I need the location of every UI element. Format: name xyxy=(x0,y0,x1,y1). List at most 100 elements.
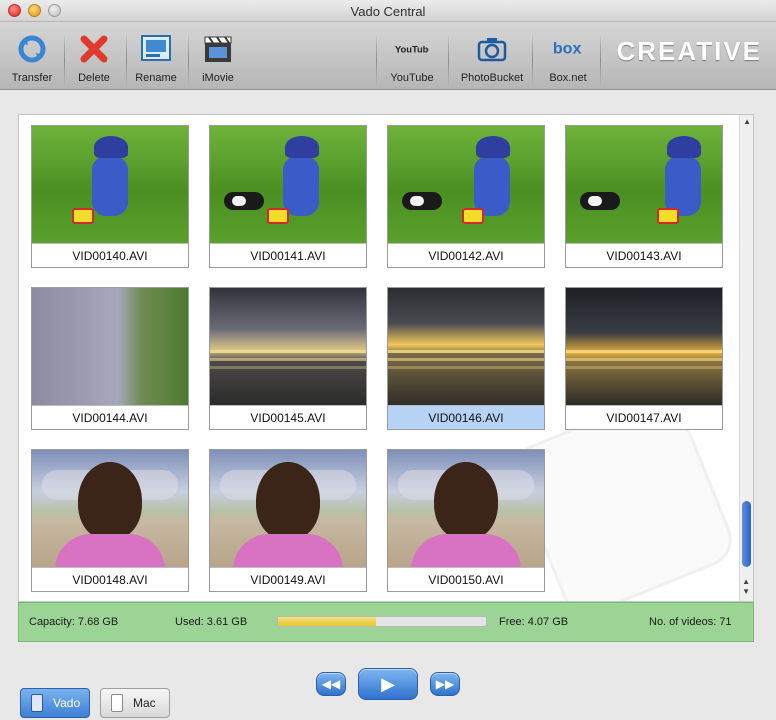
storage-progress-fill xyxy=(278,617,376,626)
child-figure xyxy=(665,156,701,216)
youtube-icon: YouTube xyxy=(395,32,429,66)
hat-shape xyxy=(476,136,510,158)
boxnet-logo-text: box xyxy=(553,40,582,58)
video-tile[interactable]: VID00148.AVI xyxy=(31,449,189,592)
toy-car xyxy=(267,208,289,224)
video-filename: VID00150.AVI xyxy=(388,567,544,591)
photobucket-label: PhotoBucket xyxy=(460,72,524,84)
toy-car xyxy=(462,208,484,224)
toy-car xyxy=(657,208,679,224)
hat-shape xyxy=(667,136,701,158)
hat-shape xyxy=(94,136,128,158)
video-filename: VID00142.AVI xyxy=(388,243,544,267)
photobucket-button[interactable]: PhotoBucket xyxy=(460,26,524,88)
video-thumbnail[interactable] xyxy=(210,288,366,406)
video-filename: VID00145.AVI xyxy=(210,405,366,429)
toolbar-divider xyxy=(376,32,377,88)
video-thumbnail[interactable] xyxy=(32,450,188,568)
transfer-button[interactable]: Transfer xyxy=(0,26,64,88)
boxnet-label: Box.net xyxy=(549,72,587,84)
transfer-label: Transfer xyxy=(11,72,53,84)
fast-forward-icon: ▶▶ xyxy=(435,677,455,691)
boxnet-icon: box xyxy=(551,32,585,66)
video-thumbnail[interactable] xyxy=(210,450,366,568)
window-title: Vado Central xyxy=(350,4,426,19)
video-thumbnail[interactable] xyxy=(566,288,722,406)
video-filename: VID00140.AVI xyxy=(32,243,188,267)
camera-device-icon xyxy=(31,694,43,712)
imovie-icon xyxy=(201,32,235,66)
video-tile[interactable]: VID00141.AVI xyxy=(209,125,367,268)
video-tile[interactable]: VID00142.AVI xyxy=(387,125,545,268)
video-tile[interactable]: VID00140.AVI xyxy=(31,125,189,268)
sun-reflection xyxy=(388,350,544,353)
delete-icon xyxy=(77,32,111,66)
video-filename: VID00141.AVI xyxy=(210,243,366,267)
rename-button[interactable]: Rename xyxy=(124,26,188,88)
play-button[interactable]: ▶ xyxy=(358,668,418,700)
tab-vado[interactable]: Vado xyxy=(20,688,90,718)
transfer-icon xyxy=(15,32,49,66)
status-bar: Capacity: 7.68 GB Used: 3.61 GB Free: 4.… xyxy=(18,602,754,642)
video-thumbnail[interactable] xyxy=(32,126,188,244)
video-filename: VID00143.AVI xyxy=(566,243,722,267)
video-thumbnail[interactable] xyxy=(388,126,544,244)
previous-button[interactable]: ◀◀ xyxy=(316,672,346,696)
person-shirt xyxy=(233,534,343,568)
video-filename: VID00147.AVI xyxy=(566,405,722,429)
video-tile[interactable]: VID00146.AVI xyxy=(387,287,545,430)
sun-reflection xyxy=(566,350,722,353)
video-tile[interactable]: VID00143.AVI xyxy=(565,125,723,268)
boxnet-button[interactable]: box Box.net xyxy=(536,26,600,88)
rewind-icon: ◀◀ xyxy=(321,677,341,691)
video-thumbnail[interactable] xyxy=(388,288,544,406)
person-face xyxy=(256,462,320,540)
sun-reflection xyxy=(566,358,722,361)
scroll-up-arrow-icon[interactable]: ▲ xyxy=(743,117,751,126)
scroll-thumb[interactable] xyxy=(742,501,751,567)
video-thumbnail[interactable] xyxy=(388,450,544,568)
video-tile[interactable]: VID00144.AVI xyxy=(31,287,189,430)
child-figure xyxy=(283,156,319,216)
used-text: Used: 3.61 GB xyxy=(175,616,248,628)
video-thumbnail[interactable] xyxy=(566,126,722,244)
rename-icon xyxy=(139,32,173,66)
vertical-scrollbar[interactable]: ▲ ▲ ▼ xyxy=(739,115,753,601)
video-tile[interactable]: VID00149.AVI xyxy=(209,449,367,592)
next-button[interactable]: ▶▶ xyxy=(430,672,460,696)
youtube-logo-text: YouTube xyxy=(395,44,429,54)
toy-car xyxy=(72,208,94,224)
imovie-button[interactable]: iMovie xyxy=(186,26,250,88)
person-face xyxy=(434,462,498,540)
toolbar-divider xyxy=(448,32,449,88)
child-figure xyxy=(92,156,128,216)
delete-label: Delete xyxy=(78,72,110,84)
video-tile[interactable]: VID00147.AVI xyxy=(565,287,723,430)
sun-reflection xyxy=(210,358,366,361)
video-browser[interactable]: VID00140.AVI VID00141.AVI VID00142.AVI VID0… xyxy=(18,114,754,602)
scroll-arrows[interactable]: ▲ ▼ xyxy=(742,577,750,597)
sun-reflection xyxy=(566,366,722,369)
rename-label: Rename xyxy=(135,72,177,84)
sun-reflection xyxy=(388,358,544,361)
delete-button[interactable]: Delete xyxy=(62,26,126,88)
toolbar: Transfer Delete Rename iMovie YouTube Yo… xyxy=(0,22,776,90)
video-filename: VID00148.AVI xyxy=(32,567,188,591)
mac-computer-icon xyxy=(111,694,123,712)
hat-shape xyxy=(285,136,319,158)
toolbar-divider xyxy=(532,32,533,88)
child-figure xyxy=(474,156,510,216)
sun-reflection xyxy=(388,366,544,369)
video-tile[interactable]: VID00145.AVI xyxy=(209,287,367,430)
free-text: Free: 4.07 GB xyxy=(499,616,569,628)
video-tile[interactable]: VID00150.AVI xyxy=(387,449,545,592)
youtube-button[interactable]: YouTube YouTube xyxy=(380,26,444,88)
tab-mac[interactable]: Mac xyxy=(100,688,170,718)
title-bar: Vado Central xyxy=(0,0,776,22)
video-thumbnail[interactable] xyxy=(32,288,188,406)
video-filename: VID00149.AVI xyxy=(210,567,366,591)
capacity-text: Capacity: 7.68 GB xyxy=(29,616,119,628)
video-count-text: No. of videos: 71 xyxy=(649,616,732,628)
video-thumbnail[interactable] xyxy=(210,126,366,244)
toy-dog-spot xyxy=(410,196,424,206)
